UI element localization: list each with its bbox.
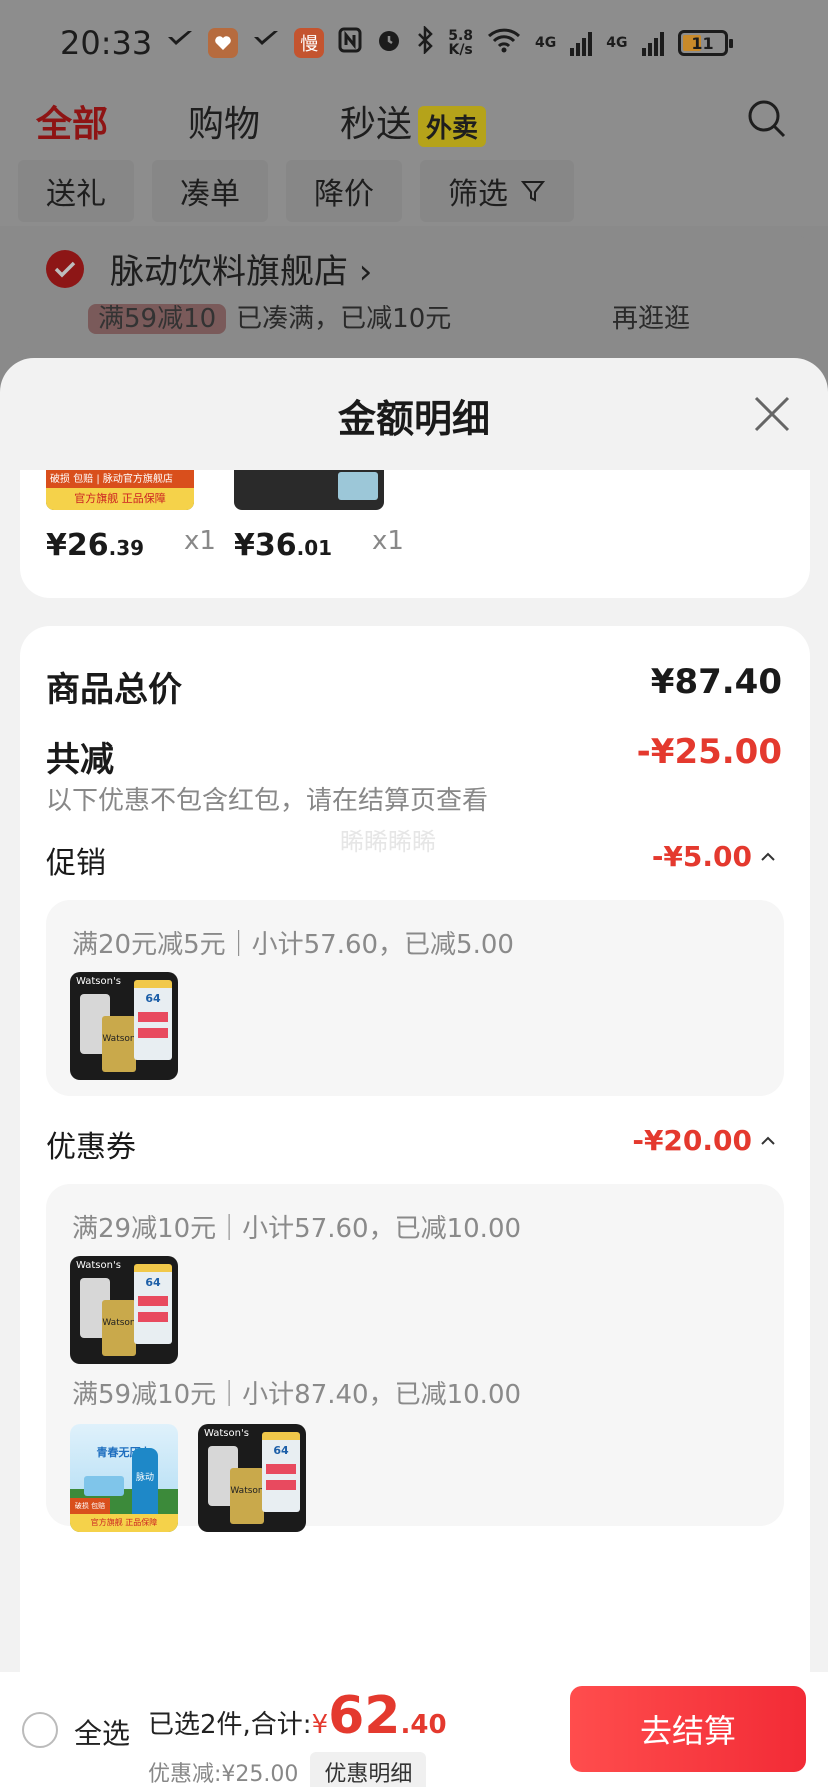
product-thumb-1[interactable]: 破损 包赔 | 脉动官方旗舰店 官方旗舰 正品保障 — [46, 470, 194, 510]
discount-detail-button[interactable]: 优惠明细 — [310, 1752, 427, 1787]
tab-instant-delivery[interactable]: 秒送 外卖 — [340, 95, 487, 147]
coupon-detail-box: 满29减10元｜小计57.60，已减10.00 Watson's Watson 64… — [46, 1184, 784, 1532]
pulse-logo: 脉动 — [135, 1473, 154, 1483]
alarm-icon — [376, 27, 402, 59]
coupon-label: 优惠券 — [46, 1130, 136, 1165]
product-price-2: ¥36.01 — [234, 528, 333, 563]
funnel-icon — [520, 181, 546, 202]
filter-bar: 送礼 凑单 降价 筛选 — [0, 156, 828, 226]
checkout-button[interactable]: 去结算 — [570, 1686, 806, 1772]
total-price-label: 商品总价 — [46, 670, 182, 710]
selected-count-text: 已选2件,合计: — [148, 1710, 312, 1740]
store-promo: 满59减10 已凑满，已减10元 — [88, 298, 451, 335]
filter-price-drop[interactable]: 降价 — [286, 160, 402, 222]
total-amount-dec: .40 — [400, 1710, 447, 1740]
search-icon[interactable] — [742, 94, 794, 146]
signal-bars-icon-2 — [641, 30, 664, 56]
battery-icon: 11 — [677, 30, 733, 56]
filter-bundle[interactable]: 凑单 — [152, 160, 268, 222]
total-amount-int: 62 — [328, 1686, 401, 1746]
store-checked-icon[interactable] — [46, 250, 84, 288]
product-thumb-2[interactable] — [234, 470, 384, 510]
watsons-product-image[interactable]: Watson's Watson 64 — [70, 972, 178, 1080]
watsons-badge: 64 — [145, 992, 161, 1005]
select-all-radio[interactable] — [22, 1712, 58, 1748]
chevron-up-icon — [761, 1136, 775, 1145]
watsons-can-label: Watson — [102, 1300, 136, 1356]
wechat-pay-icon — [166, 29, 194, 57]
slow-app-icon: 慢 — [294, 28, 325, 58]
watsons-can-label: Watson — [230, 1468, 264, 1524]
total-currency: ¥ — [311, 1710, 329, 1740]
promotion-detail-box: 满20元减5元｜小计57.60，已减5.00 Watson's Watson 64 — [46, 900, 784, 1096]
watsons-badge: 64 — [273, 1444, 289, 1457]
pulse-slogan: 青春无压力 — [96, 1446, 152, 1459]
total-reduce-value: -¥25.00 — [636, 732, 782, 772]
filter-filter[interactable]: 筛选 — [420, 160, 574, 222]
watsons-product-image[interactable]: Watson's Watson 64 — [70, 1256, 178, 1364]
total-line: 已选2件,合计: ¥ 62 .40 — [148, 1690, 447, 1742]
filter-gift[interactable]: 送礼 — [18, 160, 134, 222]
watsons-can-label: Watson — [102, 1016, 136, 1072]
tab-shopping[interactable]: 购物 — [188, 95, 260, 147]
promotion-label: 促销 — [46, 846, 106, 881]
signal-label-1: 4G — [535, 35, 557, 51]
watsons-logo: Watson's — [204, 1428, 249, 1439]
product-qty-1: x1 — [184, 526, 216, 556]
watsons-product-image[interactable]: Watson's Watson 64 — [198, 1424, 306, 1532]
total-reduce-label: 共减 — [46, 740, 114, 780]
status-time: 20:33 — [60, 24, 153, 62]
amount-detail-sheet: 金额明细 破损 包赔 | 脉动官方旗舰店 官方旗舰 正品保障 ¥26.39 x1… — [0, 358, 828, 1787]
total-price-value: ¥87.40 — [650, 662, 782, 702]
store-name[interactable]: 脉动饮料旗舰店 › — [110, 244, 372, 293]
coupon-rule-2: 满59减10元｜小计87.40，已减10.00 — [72, 1380, 522, 1410]
sheet-title: 金额明细 — [337, 397, 490, 441]
promotion-value: -¥5.00 — [651, 840, 752, 873]
bluetooth-icon — [416, 24, 434, 60]
pulse-footer: 官方旗舰 正品保障 — [70, 1514, 178, 1532]
product-price-1: ¥26.39 — [46, 528, 145, 563]
top-nav: 全部 购物 秒送 外卖 — [0, 86, 828, 163]
network-speed: 5.8 K/s — [448, 28, 474, 58]
store-row: 脉动饮料旗舰店 › 满59减10 已凑满，已减10元 再逛逛 — [18, 236, 810, 356]
watsons-badge: 64 — [145, 1276, 161, 1289]
wechat-pay-icon-2 — [252, 29, 280, 57]
watsons-logo: Watson's — [76, 1260, 121, 1271]
pulse-tag: 破损 包赔 — [70, 1498, 110, 1514]
store-more-link[interactable]: 再逛逛 — [612, 298, 690, 335]
watermark: 睎睎睎睎 — [340, 828, 436, 856]
discount-text: 优惠减:¥25.00 — [148, 1762, 299, 1787]
chevron-up-icon — [761, 852, 775, 861]
signal-bars-icon — [570, 30, 593, 56]
watsons-logo: Watson's — [76, 976, 121, 987]
nfc-icon — [338, 27, 362, 59]
summary-card: 商品总价 ¥87.40 共减 -¥25.00 以下优惠不包含红包，请在结算页查看… — [20, 626, 810, 1787]
promotion-toggle[interactable]: -¥5.00 — [652, 840, 776, 873]
bottom-bar: 全选 已选2件,合计: ¥ 62 .40 优惠减:¥25.00 优惠明细 去结算 — [0, 1672, 828, 1787]
discount-line: 优惠减:¥25.00 优惠明细 — [148, 1752, 427, 1787]
product-qty-2: x1 — [372, 526, 404, 556]
select-all-label[interactable]: 全选 — [74, 1712, 130, 1752]
coupon-toggle[interactable]: -¥20.00 — [632, 1124, 776, 1157]
takeout-badge: 外卖 — [418, 105, 487, 147]
promotion-rule-1: 满20元减5元｜小计57.60，已减5.00 — [72, 930, 514, 960]
coupon-rule-1: 满29减10元｜小计57.60，已减10.00 — [72, 1214, 522, 1244]
status-bar: 20:33 慢 5.8 K/s 4G 4G 11 — [0, 0, 828, 86]
heart-app-icon — [208, 28, 239, 58]
coupon-value: -¥20.00 — [632, 1124, 752, 1157]
pulse-drink-product-image[interactable]: 青春无压力脉动破损 包赔 官方旗舰 正品保障 — [70, 1424, 178, 1532]
discount-note: 以下优惠不包含红包，请在结算页查看 — [46, 786, 489, 816]
products-card: 破损 包赔 | 脉动官方旗舰店 官方旗舰 正品保障 ¥26.39 x1 ¥36.… — [20, 470, 810, 598]
signal-label-2: 4G — [606, 35, 628, 51]
tab-all[interactable]: 全部 — [36, 95, 108, 163]
close-icon[interactable] — [750, 392, 794, 436]
wifi-icon — [487, 27, 521, 59]
